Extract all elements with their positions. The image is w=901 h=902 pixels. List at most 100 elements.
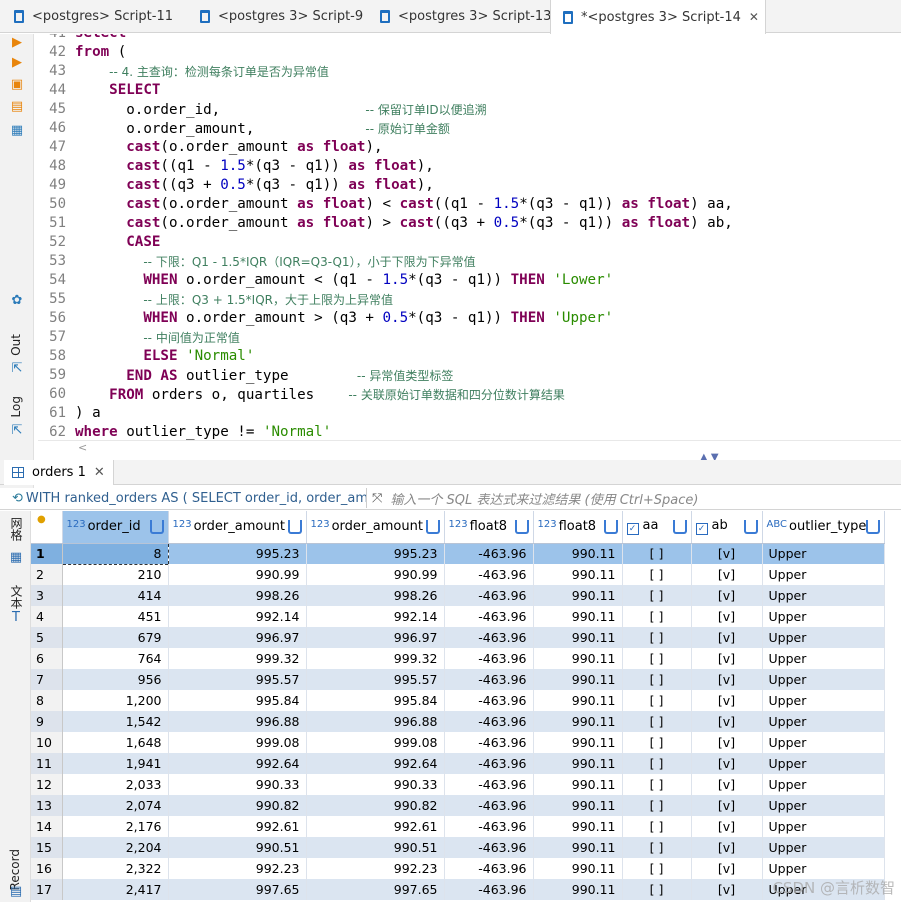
table-cell[interactable]: -463.96 bbox=[444, 858, 534, 879]
table-cell[interactable]: 998.26 bbox=[306, 585, 445, 606]
table-cell[interactable]: [v] bbox=[691, 669, 763, 690]
column-header-3[interactable]: 123 order_amount bbox=[306, 511, 445, 544]
code-line[interactable]: o.order_amount, -- 原始订单金额 bbox=[75, 120, 450, 137]
filter-icon[interactable] bbox=[865, 520, 880, 534]
row-number[interactable]: 3 bbox=[31, 585, 63, 606]
table-cell[interactable]: 992.23 bbox=[168, 858, 307, 879]
table-cell[interactable]: [ ] bbox=[622, 543, 692, 564]
execute-script-icon[interactable]: ▣ bbox=[10, 78, 24, 92]
table-cell[interactable]: [v] bbox=[691, 606, 763, 627]
table-cell[interactable]: [v] bbox=[691, 564, 763, 585]
code-line[interactable]: where outlier_type != 'Normal' bbox=[75, 424, 331, 440]
row-number[interactable]: 9 bbox=[31, 711, 63, 732]
table-cell[interactable]: 995.84 bbox=[168, 690, 307, 711]
table-cell[interactable]: 990.11 bbox=[533, 669, 623, 690]
table-cell[interactable]: -463.96 bbox=[444, 879, 534, 900]
close-icon[interactable]: ✕ bbox=[749, 10, 759, 24]
table-cell[interactable]: Upper bbox=[762, 606, 885, 627]
table-cell[interactable]: 990.82 bbox=[168, 795, 307, 816]
table-cell[interactable]: [ ] bbox=[622, 648, 692, 669]
table-cell[interactable]: -463.96 bbox=[444, 627, 534, 648]
table-cell[interactable]: 679 bbox=[62, 627, 169, 648]
sql-editor[interactable]: 41 select 42 from (43 -- 4. 主查询：检测每条订单是否为异常… bbox=[38, 34, 901, 440]
table-cell[interactable]: 8 bbox=[61, 542, 169, 565]
table-row[interactable]: 10 1,648 999.08 999.08 -463.96 990.11[ ] [v] Up… bbox=[31, 732, 885, 753]
table-cell[interactable]: [v] bbox=[691, 816, 763, 837]
row-number[interactable]: 1 bbox=[31, 543, 63, 564]
table-cell[interactable]: 992.61 bbox=[168, 816, 307, 837]
table-cell[interactable]: 990.11 bbox=[533, 795, 623, 816]
table-row[interactable]: 8 1,200 995.84 995.84 -463.96 990.11[ ] [v] Upp… bbox=[31, 690, 885, 711]
table-cell[interactable]: 2,417 bbox=[62, 879, 169, 900]
table-cell[interactable]: 996.97 bbox=[306, 627, 445, 648]
table-cell[interactable]: 990.82 bbox=[306, 795, 445, 816]
row-number[interactable]: 15 bbox=[31, 837, 63, 858]
table-cell[interactable]: [v] bbox=[691, 732, 763, 753]
table-cell[interactable]: -463.96 bbox=[444, 711, 534, 732]
table-cell[interactable]: 990.11 bbox=[533, 648, 623, 669]
code-line[interactable]: -- 4. 主查询：检测每条订单是否为异常值 bbox=[75, 63, 329, 80]
execute-script-new-tab-icon[interactable]: ▤ bbox=[10, 100, 24, 114]
grid-view-tab[interactable]: 网格 bbox=[8, 517, 25, 541]
table-row[interactable]: 15 2,204 990.51 990.51 -463.96 990.11[ ] [v] Up… bbox=[31, 837, 885, 858]
table-cell[interactable]: [ ] bbox=[622, 585, 692, 606]
table-row[interactable]: 13 2,074 990.82 990.82 -463.96 990.11[ ] [v] Up… bbox=[31, 795, 885, 816]
table-cell[interactable]: 2,176 bbox=[62, 816, 169, 837]
table-cell[interactable]: 999.08 bbox=[306, 732, 445, 753]
table-cell[interactable]: 992.23 bbox=[306, 858, 445, 879]
filter-icon[interactable] bbox=[425, 520, 440, 534]
code-line[interactable]: o.order_id, -- 保留订单ID以便追溯 bbox=[75, 101, 486, 118]
table-cell[interactable]: [ ] bbox=[622, 837, 692, 858]
row-number[interactable]: 6 bbox=[31, 648, 63, 669]
code-line[interactable]: -- 中间值为正常值 bbox=[75, 329, 239, 346]
table-cell[interactable]: 990.11 bbox=[533, 627, 623, 648]
explain-plan-icon[interactable]: ▦ bbox=[10, 124, 24, 138]
table-row[interactable]: 5 679 996.97 996.97 -463.96 990.11[ ] [v] Upper bbox=[31, 627, 885, 648]
editor-horizontal-scrollbar[interactable]: < bbox=[38, 440, 901, 456]
table-cell[interactable]: 992.64 bbox=[168, 753, 307, 774]
table-cell[interactable]: 990.11 bbox=[533, 732, 623, 753]
code-line[interactable]: cast(o.order_amount as float) < cast((q1… bbox=[75, 196, 733, 212]
code-line[interactable]: -- 上限：Q3 + 1.5*IQR，大于上限为上异常值 bbox=[75, 291, 393, 308]
filter-icon[interactable] bbox=[287, 520, 302, 534]
code-line[interactable]: -- 下限：Q1 - 1.5*IQR（IQR=Q3-Q1），小于下限为下异常值 bbox=[75, 253, 475, 270]
table-row[interactable]: 17 2,417 997.65 997.65 -463.96 990.11[ ] [v] Up… bbox=[31, 879, 885, 900]
table-cell[interactable]: [ ] bbox=[622, 564, 692, 585]
table-cell[interactable]: 990.51 bbox=[168, 837, 307, 858]
table-cell[interactable]: [ ] bbox=[622, 795, 692, 816]
column-header-7[interactable]: ✓ ab bbox=[691, 511, 763, 544]
table-cell[interactable]: 999.08 bbox=[168, 732, 307, 753]
table-cell[interactable]: -463.96 bbox=[444, 837, 534, 858]
table-cell[interactable]: 996.88 bbox=[306, 711, 445, 732]
table-row[interactable]: 12 2,033 990.33 990.33 -463.96 990.11[ ] [v] Up… bbox=[31, 774, 885, 795]
table-cell[interactable]: 992.61 bbox=[306, 816, 445, 837]
filter-icon[interactable] bbox=[149, 520, 164, 534]
editor-tab-4[interactable]: *<postgres 3> Script-14 ✕ bbox=[550, 0, 766, 34]
table-cell[interactable]: 990.11 bbox=[533, 774, 623, 795]
table-cell[interactable]: 2,033 bbox=[62, 774, 169, 795]
code-line[interactable]: END AS outlier_type -- 异常值类型标签 bbox=[75, 367, 453, 384]
table-cell[interactable]: 990.11 bbox=[533, 606, 623, 627]
table-cell[interactable]: -463.96 bbox=[444, 816, 534, 837]
row-number[interactable]: 4 bbox=[31, 606, 63, 627]
table-cell[interactable]: Upper bbox=[762, 543, 885, 564]
table-cell[interactable]: 998.26 bbox=[168, 585, 307, 606]
table-cell[interactable]: 992.14 bbox=[168, 606, 307, 627]
log-icon[interactable]: ⇱ bbox=[10, 424, 24, 438]
table-cell[interactable]: [ ] bbox=[622, 669, 692, 690]
table-cell[interactable]: 990.11 bbox=[533, 753, 623, 774]
table-cell[interactable]: -463.96 bbox=[444, 690, 534, 711]
row-number[interactable]: 17 bbox=[31, 879, 63, 900]
table-cell[interactable]: [v] bbox=[691, 774, 763, 795]
table-cell[interactable]: 997.65 bbox=[306, 879, 445, 900]
row-number[interactable]: 12 bbox=[31, 774, 63, 795]
table-cell[interactable]: [ ] bbox=[622, 606, 692, 627]
table-cell[interactable]: Upper bbox=[762, 774, 885, 795]
table-cell[interactable]: 1,941 bbox=[62, 753, 169, 774]
table-cell[interactable]: 999.32 bbox=[168, 648, 307, 669]
table-cell[interactable]: 1,648 bbox=[62, 732, 169, 753]
table-cell[interactable]: 995.23 bbox=[168, 543, 307, 564]
table-cell[interactable]: 990.51 bbox=[306, 837, 445, 858]
query-text-box[interactable]: ⟲ WITH ranked_orders AS ( SELECT order_i… bbox=[12, 488, 367, 508]
table-cell[interactable]: [ ] bbox=[622, 858, 692, 879]
